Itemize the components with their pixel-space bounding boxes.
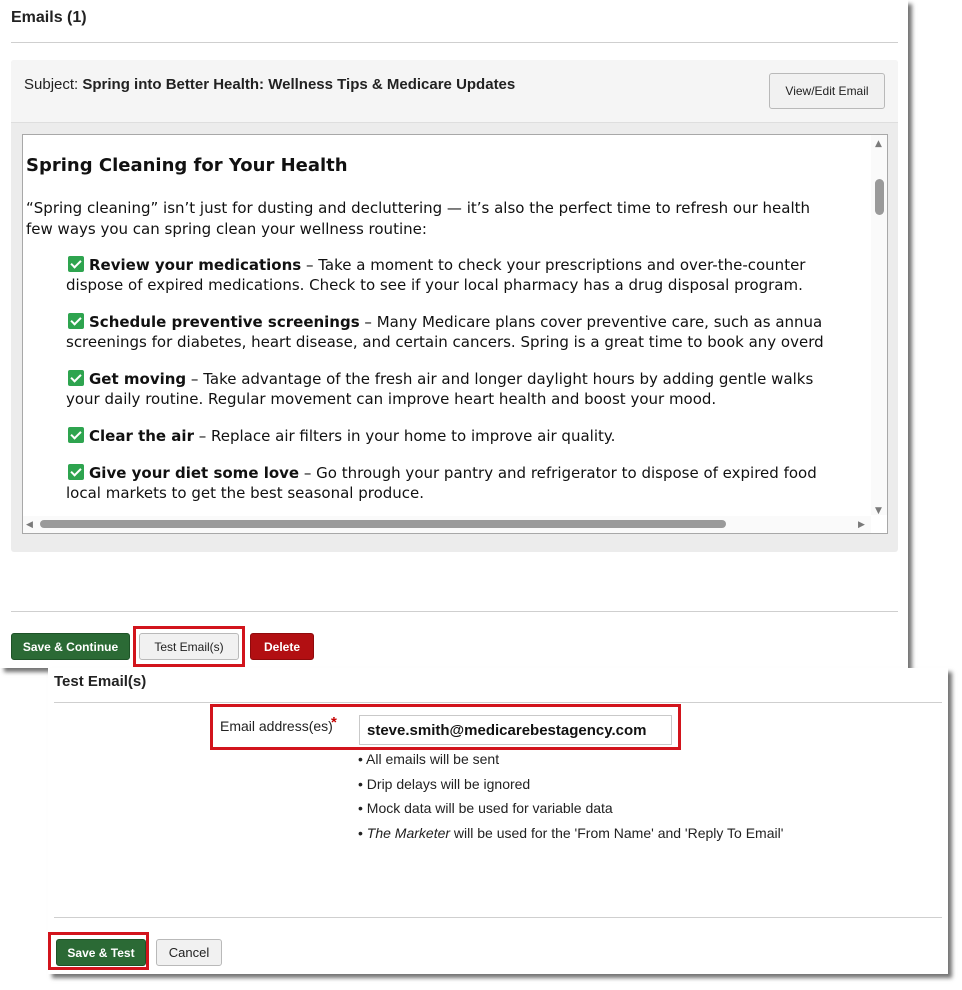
subject-bar: Subject: Spring into Better Health: Well… [11,60,898,123]
bullet: • [358,776,363,792]
list-item: Review your medications – Take a moment … [68,256,805,274]
scroll-up-arrow-icon[interactable]: ▲ [875,139,882,149]
check-box-icon [68,370,84,386]
emails-section-title: Emails (1) [11,9,87,26]
view-edit-email-button[interactable]: View/Edit Email [769,73,885,109]
bullet: • [358,825,363,841]
title-divider [11,42,898,43]
subject-value: Spring into Better Health: Wellness Tips… [82,76,516,93]
emails-panel: Emails (1) Subject: Spring into Better H… [0,0,908,668]
bullet: • [358,751,363,767]
subject-line: Subject: Spring into Better Health: Well… [24,76,515,93]
list-item-text: screenings for diabetes, heart disease, … [66,333,824,351]
list-item-text: local markets to get the best seasonal p… [66,484,425,502]
list-item-title: Get moving [89,370,187,388]
horizontal-scrollbar[interactable]: ◀ ▶ [23,516,871,533]
check-box-icon [68,464,84,480]
check-box-icon [68,256,84,272]
check-box-icon [68,427,84,443]
subject-label: Subject: [24,76,79,93]
list-item-text: – Go through your pantry and refrigerato… [299,464,817,482]
preview-heading: Spring Cleaning for Your Health [26,155,348,176]
list-item-title: Schedule preventive screenings [89,313,360,331]
email-address-label: Email address(es) [220,718,333,734]
marketer-name: The Marketer [366,825,451,841]
check-box-icon [68,313,84,329]
save-continue-button[interactable]: Save & Continue [11,633,130,660]
test-note-text: Drip delays will be ignored [366,776,531,792]
list-item-text: – Take a moment to check your prescripti… [301,256,806,274]
test-note-text: will be used for the 'From Name' and 'Re… [450,825,784,841]
list-item: Clear the air – Replace air filters in y… [68,427,615,445]
list-item: Get moving – Take advantage of the fresh… [68,370,813,388]
email-card: Subject: Spring into Better Health: Well… [11,60,898,552]
bullet: • [358,800,363,816]
email-preview[interactable]: Spring Cleaning for Your Health “Spring … [22,134,888,534]
test-note: • The Marketer will be used for the 'Fro… [358,825,783,841]
test-email-panel: Test Email(s) Email address(es) * • All … [48,668,948,974]
delete-button[interactable]: Delete [250,633,314,660]
vertical-scroll-thumb[interactable] [875,179,884,215]
test-actions-divider [54,917,942,918]
scroll-left-arrow-icon[interactable]: ◀ [26,520,33,530]
test-section-title: Test Email(s) [54,673,147,690]
list-item: Schedule preventive screenings – Many Me… [68,313,822,331]
preview-intro-line: few ways you can spring clean your welln… [26,220,427,238]
test-note: • Drip delays will be ignored [358,776,530,792]
list-item-title: Clear the air [89,427,194,445]
actions-divider [11,611,898,612]
list-item-text: your daily routine. Regular movement can… [66,390,717,408]
list-item: Give your diet some love – Go through yo… [68,464,817,482]
test-note-text: All emails will be sent [366,751,500,767]
scroll-right-arrow-icon[interactable]: ▶ [858,520,865,530]
test-note: • All emails will be sent [358,751,499,767]
test-note-text: Mock data will be used for variable data [366,800,613,816]
email-address-input[interactable] [359,715,672,745]
list-item-text: – Take advantage of the fresh air and lo… [186,370,814,388]
horizontal-scroll-thumb[interactable] [40,520,726,528]
list-item-title: Review your medications [89,256,302,274]
list-item-text: dispose of expired medications. Check to… [66,276,803,294]
list-item-text: – Many Medicare plans cover preventive c… [359,313,823,331]
cancel-button[interactable]: Cancel [156,939,222,966]
save-test-button[interactable]: Save & Test [56,939,146,966]
required-asterisk: * [331,714,337,731]
test-note: • Mock data will be used for variable da… [358,800,613,816]
test-emails-button[interactable]: Test Email(s) [139,633,239,660]
preview-intro-line: “Spring cleaning” isn’t just for dusting… [26,199,811,217]
vertical-scrollbar[interactable]: ▲ ▼ [871,135,887,516]
test-title-divider [54,702,942,703]
scroll-down-arrow-icon[interactable]: ▼ [875,506,882,516]
list-item-title: Give your diet some love [89,464,300,482]
list-item-text: – Replace air filters in your home to im… [193,427,616,445]
